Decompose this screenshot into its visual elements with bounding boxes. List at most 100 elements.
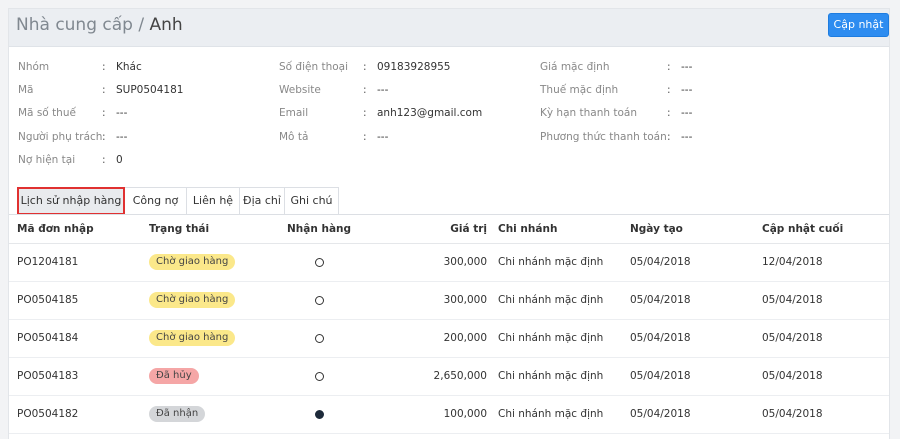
info-colon: : <box>363 61 367 73</box>
col-header-received[interactable]: Nhận hàng <box>263 215 375 244</box>
received-cell <box>263 281 375 320</box>
col-header-branch[interactable]: Chi nhánh <box>490 215 622 244</box>
updated-date: 05/04/2018 <box>754 357 889 396</box>
branch: Chi nhánh mặc định <box>490 319 622 358</box>
order-code[interactable]: PO0504183 <box>9 357 141 396</box>
info-label: Nhóm <box>18 61 50 73</box>
info-colon: : <box>363 131 367 143</box>
received-cell <box>263 319 375 358</box>
info-colon: : <box>102 107 106 119</box>
info-label: Phương thức thanh toán <box>540 131 667 143</box>
circle-outline-icon <box>314 257 324 267</box>
info-value: --- <box>681 84 693 96</box>
status-badge: Chờ giao hàng <box>149 330 236 346</box>
order-code[interactable]: PO0504182 <box>9 395 141 434</box>
info-colon: : <box>667 131 671 143</box>
circle-outline-icon <box>314 295 324 305</box>
status-badge: Chờ giao hàng <box>149 292 236 308</box>
supplier-name: Anh <box>149 15 183 35</box>
tab-address[interactable]: Địa chỉ <box>240 187 285 215</box>
info-colon: : <box>102 154 106 166</box>
info-value: --- <box>116 131 128 143</box>
info-colon: : <box>102 61 106 73</box>
purchase-history-table: Mã đơn nhập Trạng thái Nhận hàng Giá trị… <box>9 215 889 434</box>
info-value: --- <box>681 107 693 119</box>
col-header-value[interactable]: Giá trị <box>375 215 490 244</box>
received-cell <box>263 357 375 396</box>
info-value: 0 <box>116 154 123 166</box>
received-cell <box>263 243 375 282</box>
table-row[interactable]: PO0504182 Đã nhận 100,000 Chi nhánh mặc địn… <box>9 395 889 434</box>
status-cell: Đã hủy <box>141 357 263 396</box>
order-value: 300,000 <box>375 243 490 282</box>
branch: Chi nhánh mặc định <box>490 281 622 320</box>
status-cell: Chờ giao hàng <box>141 281 263 320</box>
order-value: 300,000 <box>375 281 490 320</box>
info-colon: : <box>667 61 671 73</box>
tab-purchase-history[interactable]: Lịch sử nhập hàng <box>17 187 125 215</box>
order-code[interactable]: PO1204181 <box>9 243 141 282</box>
branch: Chi nhánh mặc định <box>490 243 622 282</box>
col-header-updated[interactable]: Cập nhật cuối <box>754 215 889 244</box>
info-colon: : <box>667 84 671 96</box>
updated-date: 05/04/2018 <box>754 319 889 358</box>
info-label: Email <box>279 107 309 119</box>
info-value: SUP0504181 <box>116 84 184 96</box>
updated-date: 05/04/2018 <box>754 281 889 320</box>
info-label: Người phụ trách <box>18 131 103 143</box>
status-badge: Đã hủy <box>149 368 199 384</box>
col-header-status[interactable]: Trạng thái <box>141 215 263 244</box>
updated-date: 12/04/2018 <box>754 243 889 282</box>
created-date: 05/04/2018 <box>622 281 754 320</box>
info-colon: : <box>667 107 671 119</box>
info-colon: : <box>363 107 367 119</box>
info-label: Số điện thoại <box>279 61 349 73</box>
table-header-row: Mã đơn nhập Trạng thái Nhận hàng Giá trị… <box>9 215 889 244</box>
created-date: 05/04/2018 <box>622 357 754 396</box>
info-label: Mã <box>18 84 34 96</box>
info-value: Khác <box>116 61 142 73</box>
tab-debt[interactable]: Công nợ <box>125 187 187 215</box>
updated-date: 05/04/2018 <box>754 395 889 434</box>
tab-bar: Lịch sử nhập hàng Công nợ Liên hệ Địa chỉ Gh… <box>17 187 339 215</box>
supplier-detail-panel: Nhà cung cấp / Anh Cập nhật Nhóm: Khác Mã:… <box>8 8 890 439</box>
table-row[interactable]: PO0504183 Đã hủy 2,650,000 Chi nhánh mặc đị… <box>9 357 889 396</box>
info-value: --- <box>681 131 693 143</box>
received-cell <box>263 395 375 434</box>
page-header: Nhà cung cấp / Anh Cập nhật <box>9 9 889 47</box>
info-value: --- <box>116 107 128 119</box>
update-button[interactable]: Cập nhật <box>828 13 889 37</box>
status-badge: Chờ giao hàng <box>149 254 236 270</box>
order-value: 200,000 <box>375 319 490 358</box>
table-row[interactable]: PO0504184 Chờ giao hàng 200,000 Chi nhánh m… <box>9 319 889 358</box>
status-cell: Chờ giao hàng <box>141 243 263 282</box>
info-value: --- <box>377 131 389 143</box>
col-header-created[interactable]: Ngày tạo <box>622 215 754 244</box>
status-cell: Đã nhận <box>141 395 263 434</box>
created-date: 05/04/2018 <box>622 319 754 358</box>
supplier-info: Nhóm: Khác Mã: SUP0504181 Mã số thuế: --- Ngườ… <box>9 47 889 187</box>
info-label: Mô tả <box>279 131 309 143</box>
branch: Chi nhánh mặc định <box>490 395 622 434</box>
info-value: --- <box>681 61 693 73</box>
info-label: Nợ hiện tại <box>18 154 76 166</box>
info-value: 09183928955 <box>377 61 451 73</box>
info-colon: : <box>363 84 367 96</box>
created-date: 05/04/2018 <box>622 395 754 434</box>
page-title: Nhà cung cấp / Anh <box>16 15 183 35</box>
order-code[interactable]: PO0504185 <box>9 281 141 320</box>
table-row[interactable]: PO1204181 Chờ giao hàng 300,000 Chi nhánh m… <box>9 243 889 282</box>
tab-contact[interactable]: Liên hệ <box>187 187 240 215</box>
col-header-code[interactable]: Mã đơn nhập <box>9 215 141 244</box>
info-colon: : <box>102 131 106 143</box>
info-label: Kỳ hạn thanh toán <box>540 107 638 119</box>
tab-notes[interactable]: Ghi chú <box>285 187 339 215</box>
info-value: anh123@gmail.com <box>377 107 483 119</box>
order-value: 2,650,000 <box>375 357 490 396</box>
table-row[interactable]: PO0504185 Chờ giao hàng 300,000 Chi nhánh m… <box>9 281 889 320</box>
order-code[interactable]: PO0504184 <box>9 319 141 358</box>
order-value: 100,000 <box>375 395 490 434</box>
info-colon: : <box>102 84 106 96</box>
title-prefix: Nhà cung cấp / <box>16 15 145 35</box>
info-label: Mã số thuế <box>18 107 76 119</box>
